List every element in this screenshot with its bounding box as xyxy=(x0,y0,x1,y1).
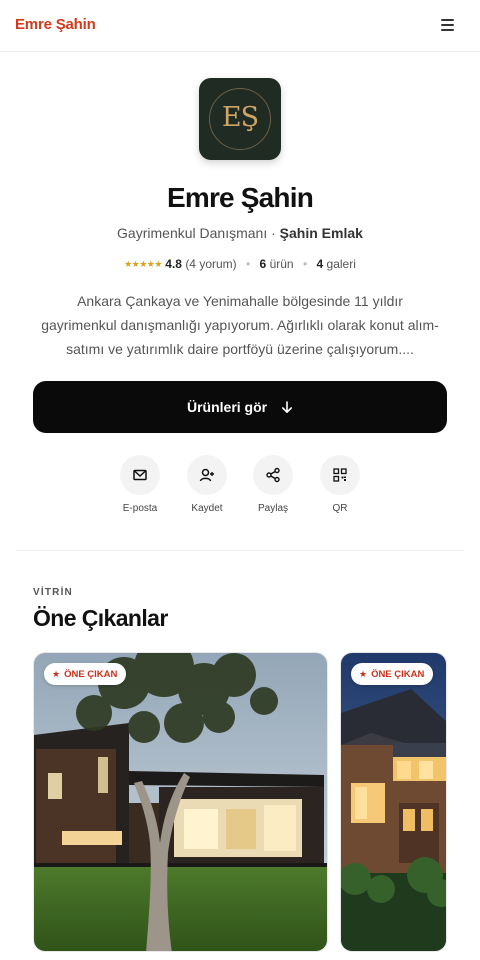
star-icon: ★ xyxy=(52,669,61,679)
section-title: Öne Çıkanlar xyxy=(33,605,168,631)
qr-code-icon xyxy=(333,468,347,482)
role-separator: · xyxy=(271,225,276,241)
arrow-down-icon xyxy=(281,383,293,435)
save-contact-label: Kaydet xyxy=(191,503,223,514)
featured-card[interactable]: ★ ÖNE ÇIKAN xyxy=(340,652,447,952)
view-products-label: Ürünleri gör xyxy=(186,399,268,415)
rating-stars-icon: ★★★★★ xyxy=(124,259,162,269)
hamburger-menu-icon[interactable] xyxy=(440,18,456,32)
company-name: Şahin Emlak xyxy=(279,225,363,241)
section-divider xyxy=(16,550,464,551)
star-icon: ★ xyxy=(359,669,368,679)
profile-bio: Ankara Çankaya ve Yenimahalle bölgesinde… xyxy=(41,293,439,357)
featured-badge: ★ ÖNE ÇIKAN xyxy=(351,663,434,685)
galleries-count: 4 xyxy=(316,257,324,271)
rating-value: 4.8 xyxy=(165,257,182,271)
featured-card[interactable]: ★ ÖNE ÇIKAN xyxy=(33,652,328,952)
top-bar: Emre Şahin xyxy=(0,0,480,52)
craftsman-house-photo xyxy=(341,653,446,951)
modern-house-photo xyxy=(34,653,327,951)
products-label: ürün xyxy=(269,257,294,271)
profile-name: Emre Şahin xyxy=(166,182,314,213)
products-count: 6 xyxy=(259,257,267,271)
review-count[interactable]: (4 yorum) xyxy=(185,257,236,271)
user-plus-icon xyxy=(199,468,214,482)
mail-icon xyxy=(133,469,147,481)
section-eyebrow: VİTRİN xyxy=(33,587,73,598)
galleries-label: galeri xyxy=(326,257,356,271)
profile-stats: ★★★★★ 4.8 (4 yorum) • 6 ürün • 4 galeri xyxy=(124,257,356,271)
share-icon xyxy=(266,467,280,483)
role-title: Gayrimenkul Danışmanı xyxy=(117,225,268,241)
logo-monogram: EŞ xyxy=(221,102,259,133)
profile-role: Gayrimenkul Danışmanı · Şahin Emlak xyxy=(0,225,480,241)
qr-label: QR xyxy=(332,503,348,514)
brand-name[interactable]: Emre Şahin xyxy=(15,16,96,33)
profile-logo: EŞ xyxy=(199,78,281,160)
view-products-button[interactable]: Ürünleri gör xyxy=(33,381,447,433)
featured-badge: ★ ÖNE ÇIKAN xyxy=(44,663,127,685)
share-label: Paylaş xyxy=(257,503,288,514)
email-action-label: E-posta xyxy=(122,503,158,514)
